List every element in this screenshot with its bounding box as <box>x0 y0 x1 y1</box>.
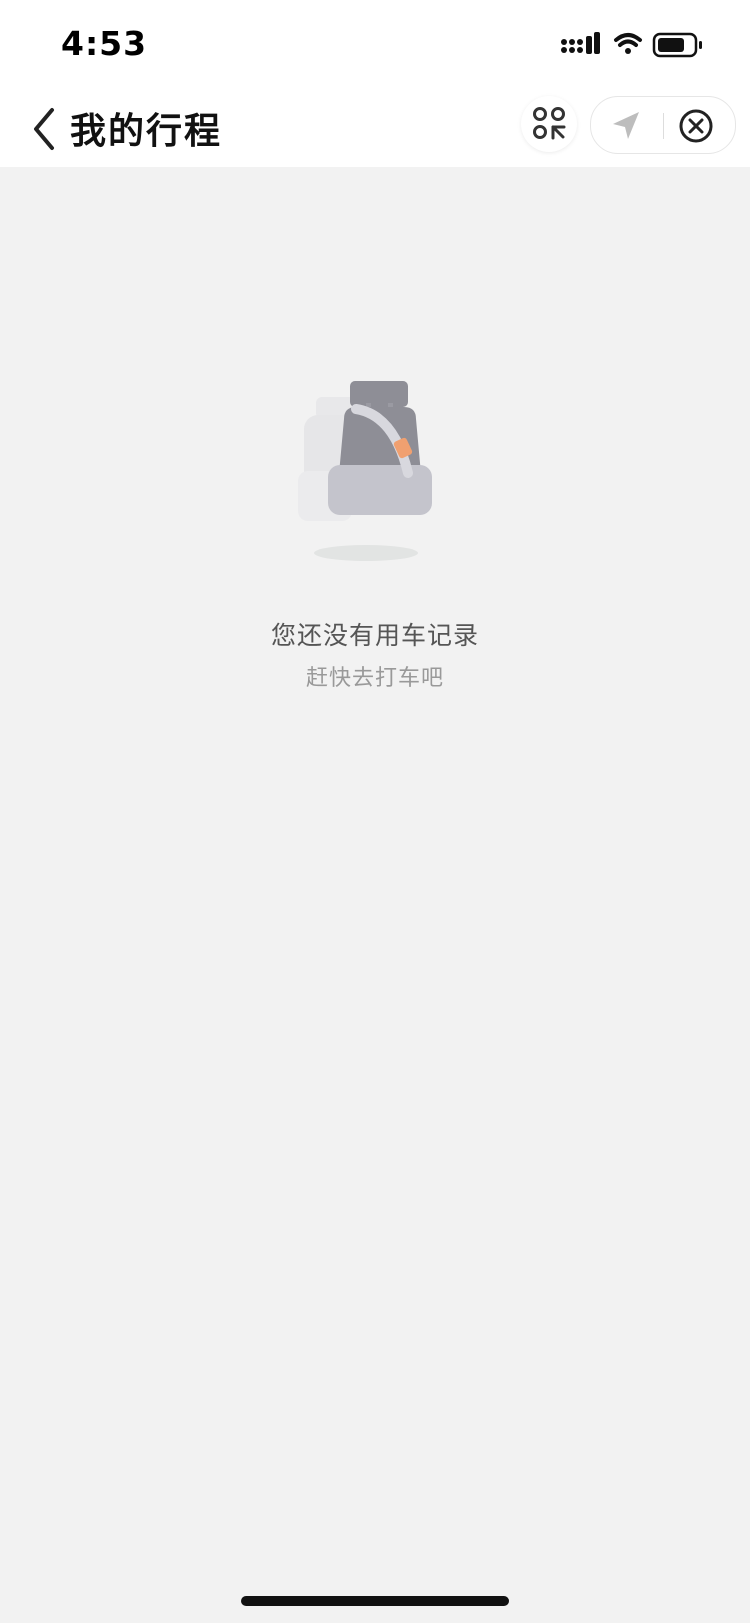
back-chevron-icon[interactable] <box>30 104 60 154</box>
nav-bar: 我的行程 <box>0 90 750 167</box>
empty-state-title: 您还没有用车记录 <box>270 621 479 650</box>
page-title: 我的行程 <box>70 111 223 152</box>
screen: 4:53 我的行程 您还没有用车记录 赶快去打车吧 <box>0 0 750 1623</box>
empty-car-seat-illustration <box>298 381 432 561</box>
close-circle-icon[interactable] <box>677 107 715 145</box>
status-icons <box>561 32 702 58</box>
scan-button[interactable] <box>521 96 577 152</box>
battery-icon <box>652 32 702 58</box>
wifi-icon <box>614 33 642 54</box>
status-bar: 4:53 <box>0 0 750 90</box>
empty-state-subtitle: 赶快去打车吧 <box>305 666 444 691</box>
status-time: 4:53 <box>61 24 148 63</box>
capsule-divider <box>663 113 664 139</box>
home-indicator[interactable] <box>241 1596 509 1606</box>
mini-program-capsule <box>590 96 736 154</box>
scan-icon <box>533 107 566 140</box>
location-arrow-icon[interactable] <box>609 109 643 143</box>
signal-icon <box>561 32 600 54</box>
